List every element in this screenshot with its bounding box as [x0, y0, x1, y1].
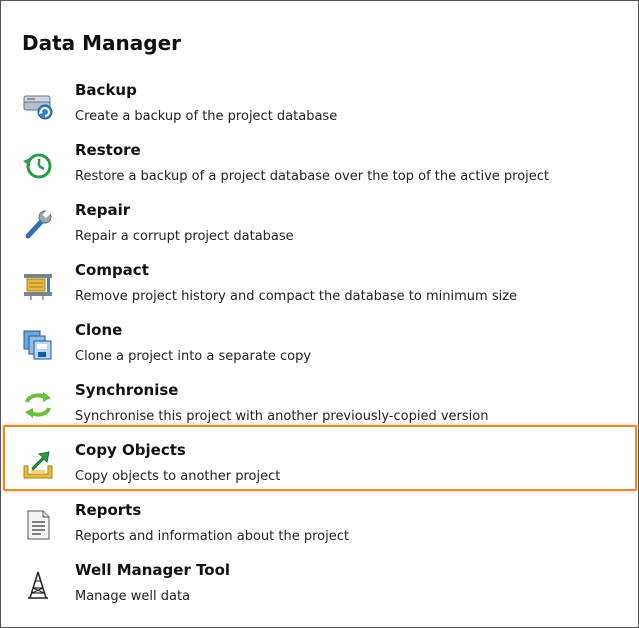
menu-item-restore[interactable]: Restore Restore a backup of a project da… — [19, 141, 629, 201]
menu-item-label: Well Manager Tool — [75, 561, 231, 579]
menu-item-label: Synchronise — [75, 381, 179, 399]
menu-item-label: Copy Objects — [75, 441, 186, 459]
well-tower-icon — [21, 568, 55, 602]
restore-icon — [21, 148, 55, 182]
menu-item-backup[interactable]: Backup Create a backup of the project da… — [19, 81, 629, 141]
menu-item-description: Synchronise this project with another pr… — [75, 409, 489, 424]
menu-item-reports[interactable]: Reports Reports and information about th… — [19, 501, 629, 561]
menu-item-description: Clone a project into a separate copy — [75, 349, 312, 364]
compact-icon — [21, 268, 55, 302]
menu-item-description: Copy objects to another project — [75, 469, 281, 484]
page-title: Data Manager — [22, 31, 181, 55]
menu-item-label: Repair — [75, 201, 131, 219]
menu-item-description: Restore a backup of a project database o… — [75, 169, 550, 184]
wrench-icon — [21, 208, 55, 242]
menu-item-description: Remove project history and compact the d… — [75, 289, 518, 304]
menu-item-label: Compact — [75, 261, 149, 279]
menu-item-synchronise[interactable]: Synchronise Synchronise this project wit… — [19, 381, 629, 441]
document-icon — [21, 508, 55, 542]
menu-item-description: Repair a corrupt project database — [75, 229, 294, 244]
backup-icon — [21, 88, 55, 122]
menu-item-copy-objects[interactable]: Copy Objects Copy objects to another pro… — [19, 441, 629, 501]
copy-objects-icon — [21, 448, 55, 482]
menu-item-repair[interactable]: Repair Repair a corrupt project database — [19, 201, 629, 261]
menu-item-description: Create a backup of the project database — [75, 109, 338, 124]
clone-icon — [21, 328, 55, 362]
sync-icon — [21, 388, 55, 422]
menu-item-compact[interactable]: Compact Remove project history and compa… — [19, 261, 629, 321]
data-manager-panel: Data Manager Backup Create a backup of t… — [0, 0, 639, 628]
menu-item-description: Manage well data — [75, 589, 191, 604]
menu-item-label: Reports — [75, 501, 142, 519]
menu-item-clone[interactable]: Clone Clone a project into a separate co… — [19, 321, 629, 381]
menu-item-well-manager-tool[interactable]: Well Manager Tool Manage well data — [19, 561, 629, 621]
menu-item-label: Restore — [75, 141, 141, 159]
menu-item-label: Backup — [75, 81, 137, 99]
menu-item-description: Reports and information about the projec… — [75, 529, 349, 544]
menu-item-label: Clone — [75, 321, 123, 339]
